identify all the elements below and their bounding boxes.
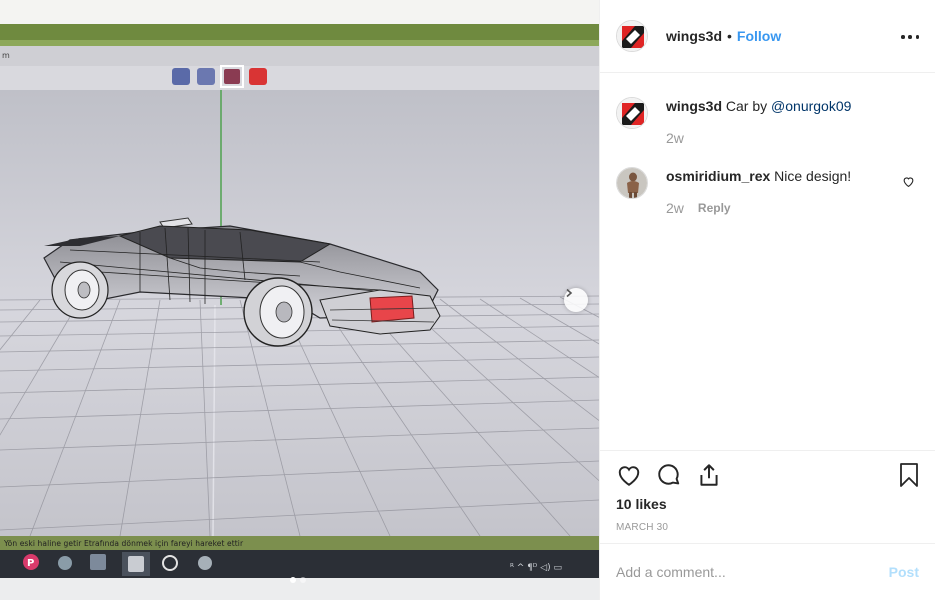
- comments-section: wings3d Car by @onurgok09 2w osmiridium_…: [600, 73, 935, 450]
- comment-username[interactable]: osmiridium_rex: [666, 168, 770, 184]
- caption-text: Car by: [725, 98, 772, 114]
- caption-username[interactable]: wings3d: [666, 98, 722, 114]
- more-options-icon[interactable]: [901, 28, 919, 46]
- comment-bubble-icon[interactable]: [656, 462, 682, 491]
- caption-mention-link[interactable]: @onurgok09: [771, 98, 851, 114]
- next-slide-button[interactable]: [564, 288, 588, 312]
- likes-count[interactable]: 10 likes: [616, 496, 667, 512]
- slide-indicator: [290, 577, 306, 583]
- slide-dot-active: [290, 577, 296, 583]
- header-separator: •: [727, 28, 732, 44]
- comment-text: Nice design!: [774, 168, 852, 184]
- figure-avatar-icon: [617, 168, 647, 198]
- add-comment-bar: Post: [600, 543, 935, 600]
- wings3d-logo-icon: [617, 21, 647, 51]
- caption-timestamp[interactable]: 2w: [666, 129, 684, 147]
- save-bookmark-icon[interactable]: [897, 462, 921, 491]
- comment-reply-button[interactable]: Reply: [698, 199, 731, 217]
- comment-item: osmiridium_rex Nice design! 2w Reply: [616, 167, 919, 217]
- like-heart-icon[interactable]: [616, 462, 642, 491]
- svg-text:P: P: [27, 558, 34, 569]
- post-photo[interactable]: m P ᴿ ^ ¶ᴰ ◁) ▭ Yön eski haline getir Et…: [0, 0, 599, 600]
- follow-button[interactable]: Follow: [737, 28, 781, 44]
- svg-text:ᴿ ^ ¶ᴰ ◁) ▭: ᴿ ^ ¶ᴰ ◁) ▭: [510, 563, 562, 573]
- post-actions: 10 likes MARCH 30: [600, 450, 935, 543]
- author-avatar[interactable]: [616, 20, 648, 52]
- viewport-status-text: Yön eski haline getir Etrafında dönmek i…: [4, 539, 244, 548]
- commenter-avatar[interactable]: [616, 167, 648, 199]
- post-date[interactable]: MARCH 30: [616, 522, 668, 533]
- post-header: wings3d • Follow: [600, 0, 935, 73]
- slide-dot: [300, 577, 306, 583]
- svg-text:m: m: [2, 51, 10, 60]
- caption-author-avatar[interactable]: [616, 97, 648, 129]
- post-comment-button[interactable]: Post: [889, 564, 919, 580]
- caption: wings3d Car by @onurgok09 2w: [616, 97, 919, 147]
- wings3d-screen-photo: m P ᴿ ^ ¶ᴰ ◁) ▭: [0, 0, 599, 600]
- comment-timestamp[interactable]: 2w: [666, 199, 684, 217]
- share-icon[interactable]: [696, 462, 722, 491]
- wings3d-logo-icon: [617, 98, 647, 128]
- comment-input[interactable]: [616, 564, 889, 580]
- chevron-right-icon: [566, 288, 573, 298]
- comment-like-icon[interactable]: [902, 175, 915, 191]
- author-username[interactable]: wings3d: [666, 28, 722, 44]
- post-side-panel: wings3d • Follow wings3d Car by @onurgok…: [599, 0, 935, 600]
